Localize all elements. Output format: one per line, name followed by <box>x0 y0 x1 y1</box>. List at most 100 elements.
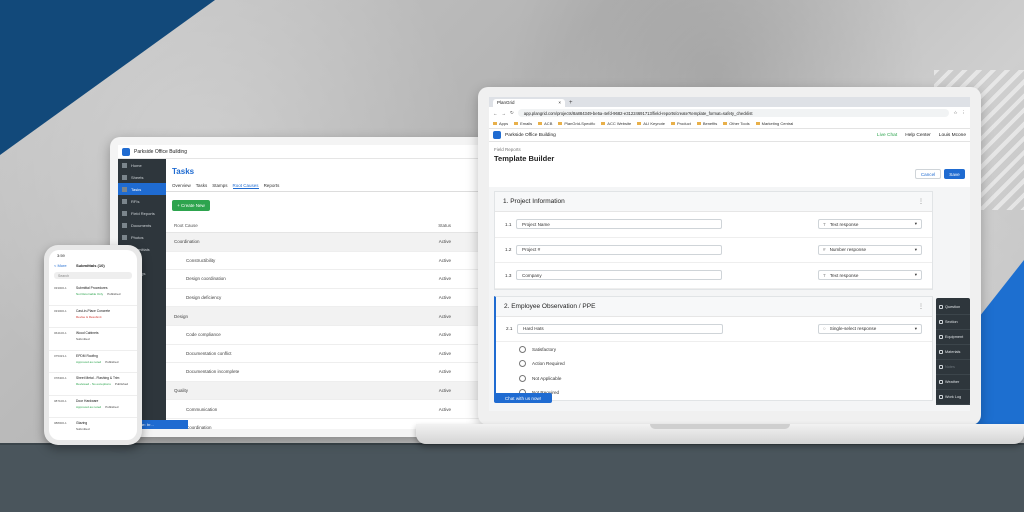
response-option[interactable]: Satisfactory <box>496 342 932 357</box>
laptop-notch <box>650 424 790 429</box>
live-chat-link[interactable]: Live Chat <box>877 133 897 138</box>
list-item[interactable]: 033000-1 Submittal Procedures Not Returnab… <box>49 283 137 306</box>
response-option[interactable]: Not Applicable <box>496 371 932 386</box>
browser-tab[interactable]: PlanGrid × <box>493 99 565 107</box>
help-center-link[interactable]: Help Center <box>905 133 931 138</box>
sidebar-item[interactable]: Tasks <box>118 183 166 195</box>
radio-icon[interactable] <box>519 360 526 368</box>
table-row[interactable]: Coordination Active <box>166 233 507 252</box>
list-item[interactable]: 078400-1 Sheet Metal - Flashing & Trim Rev… <box>49 373 137 396</box>
question-row: 2.1 Hard Hats ○ Single-select response ▾ <box>496 317 932 342</box>
submittal-status-row: Submitted <box>54 427 132 431</box>
response-type-select[interactable]: T Text response ▾ <box>818 219 922 230</box>
list-item[interactable]: 033000-1 Cast-in-Place Concrete Revise & R… <box>49 306 137 328</box>
sidebar-item[interactable]: Documents <box>118 219 166 231</box>
floor <box>0 445 1024 512</box>
table-row[interactable]: Code compliance Active <box>166 326 507 345</box>
menu-dots-icon[interactable]: ⋮ <box>962 110 967 116</box>
bookmark-item[interactable]: Product <box>671 121 691 126</box>
question-input[interactable]: Project Name <box>516 219 722 230</box>
table-row[interactable]: Design coordination Active <box>166 270 507 289</box>
list-item[interactable]: 064100-1 Wood Cabinets Submitted <box>49 328 137 351</box>
tab-stamps[interactable]: Stamps <box>212 183 227 188</box>
tab-root-causes[interactable]: Root Causes <box>232 183 259 189</box>
bookmark-item[interactable]: Emails <box>514 121 532 126</box>
list-item[interactable]: 075323-1 EPDM Roofing Approved as noted Pub… <box>49 351 137 373</box>
browser-toolbar: ← → ↻ app.plangrid.com/projects/8a884349… <box>489 107 970 119</box>
bookmark-item[interactable]: ACC Website <box>601 121 631 126</box>
forward-arrow-icon[interactable]: → <box>502 111 507 116</box>
table-row[interactable]: Design Active <box>166 307 507 326</box>
new-tab-icon[interactable]: + <box>569 99 573 107</box>
bookmark-item[interactable]: Benefits <box>697 121 717 126</box>
back-arrow-icon[interactable]: ← <box>493 111 498 116</box>
radio-icon[interactable] <box>519 374 526 382</box>
response-option[interactable]: Action Required <box>496 357 932 372</box>
option-label: Action Required <box>532 361 565 367</box>
submittal-status-row: Approved as noted Published <box>54 360 132 364</box>
bookmark-item[interactable]: ACB <box>538 121 552 126</box>
cancel-button[interactable]: Cancel <box>915 169 941 179</box>
question-input[interactable]: Project # <box>516 244 722 255</box>
response-type-select[interactable]: # Number response ▾ <box>818 244 922 255</box>
table-row[interactable]: Documentation conflict Active <box>166 345 507 364</box>
address-bar[interactable]: app.plangrid.com/projects/8a884349-be5a-… <box>517 109 950 117</box>
table-row[interactable]: Communication Active <box>166 400 507 419</box>
save-button[interactable]: Save <box>944 169 965 179</box>
tool-notes[interactable]: Notes <box>936 360 970 375</box>
sidebar-item[interactable]: Home <box>118 159 166 171</box>
table-row[interactable]: Documentation incomplete Active <box>166 363 507 382</box>
breadcrumb[interactable]: Field Reports <box>489 142 970 152</box>
question-input[interactable]: Company <box>516 270 722 281</box>
response-type-select[interactable]: ○ Single-select response ▾ <box>818 323 922 334</box>
table-row[interactable]: Design deficiency Active <box>166 289 507 308</box>
tool-question[interactable]: Question <box>936 300 970 315</box>
builder-section[interactable]: 2. Employee Observation / PPE ⋮ 2.1 Hard Ha… <box>494 295 933 401</box>
more-options-icon[interactable]: ⋮ <box>918 303 924 310</box>
tab-tasks[interactable]: Tasks <box>196 183 208 188</box>
bookmark-item[interactable]: Apps <box>493 121 508 126</box>
status-text: Active <box>438 276 451 282</box>
user-menu[interactable]: Louis Mcone <box>939 133 966 138</box>
radio-icon[interactable] <box>519 345 526 353</box>
response-option[interactable]: Not Required <box>496 386 932 401</box>
star-icon[interactable]: ☆ <box>953 110 957 116</box>
tool-work-log[interactable]: Work Log <box>936 390 970 405</box>
question-input[interactable]: Hard Hats <box>517 323 723 334</box>
bookmark-item[interactable]: Other Tools <box>723 121 749 126</box>
response-type-icon: ○ <box>823 326 826 332</box>
response-type-icon: T <box>823 272 826 278</box>
chat-button[interactable]: Chat with us now! <box>494 393 552 403</box>
sidebar-item[interactable]: Photos <box>118 231 166 243</box>
builder-section[interactable]: 1. Project Information ⋮ 1.1 Project Name T T… <box>494 191 933 290</box>
tab-overview[interactable]: Overview <box>172 183 191 188</box>
bookmark-item[interactable]: ALI Keynote <box>637 121 665 126</box>
sidebar-item[interactable]: RFIs <box>118 195 166 207</box>
sidebar-item[interactable]: Field Reports <box>118 207 166 219</box>
sidebar-item[interactable]: Sheets <box>118 171 166 183</box>
project-selector[interactable]: Parkside Office Building <box>505 133 877 138</box>
bookmark-item[interactable]: PlanGrid-Specific <box>558 121 595 126</box>
close-icon[interactable]: × <box>558 100 561 106</box>
tablet-project-name[interactable]: Parkside Office Building <box>134 149 187 155</box>
tool-equipment[interactable]: Equipment <box>936 330 970 345</box>
bookmark-item[interactable]: Marketing Central <box>756 121 794 126</box>
more-options-icon[interactable]: ⋮ <box>918 198 924 205</box>
list-item[interactable]: 088000-1 Glazing Submitted <box>49 418 137 440</box>
submittal-header: 078400-1 Sheet Metal - Flashing & Trim <box>54 376 132 380</box>
table-row[interactable]: Constructibility Active <box>166 252 507 271</box>
create-new-button[interactable]: + Create New <box>172 200 210 211</box>
response-type: ○ Single-select response <box>823 326 876 331</box>
table-row[interactable]: Quality Active <box>166 381 507 401</box>
reload-icon[interactable]: ↻ <box>510 110 514 116</box>
list-item[interactable]: 087100-1 Door Hardware Approved as noted Pu… <box>49 396 137 418</box>
response-type-select[interactable]: T Text response ▾ <box>818 270 922 281</box>
tool-section[interactable]: Section <box>936 315 970 330</box>
back-button[interactable]: < More <box>54 263 76 268</box>
materials-icon <box>939 350 943 354</box>
phone-search-input[interactable]: Search <box>54 272 132 279</box>
submittal-title: Cast-in-Place Concrete <box>76 308 111 313</box>
tool-materials[interactable]: Materials <box>936 345 970 360</box>
tab-reports[interactable]: Reports <box>264 183 280 188</box>
tool-weather[interactable]: Weather <box>936 375 970 390</box>
